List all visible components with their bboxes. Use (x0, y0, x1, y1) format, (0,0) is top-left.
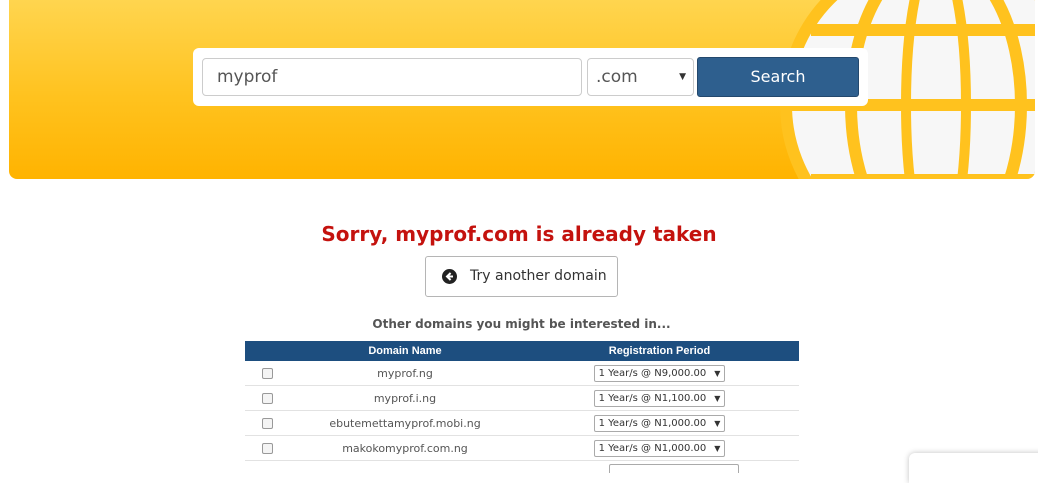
period-select[interactable]: 1 Year/s @ N9,000.00 ▼ (593, 364, 726, 382)
tld-select-value: .com (596, 67, 638, 87)
domain-taken-message: Sorry, myprof.com is already taken (321, 222, 717, 246)
domain-name: myprof.i.ng (290, 385, 520, 411)
table-row: ebutemettamyprof.mobi.ng 1 Year/s @ N1,0… (245, 410, 799, 436)
domain-name: myprof.ng (290, 361, 520, 386)
domain-checkbox[interactable] (262, 418, 273, 429)
table-row: myprof.i.ng 1 Year/s @ N1,100.00 ▼ (245, 385, 799, 411)
table-row-partial (245, 461, 799, 473)
domain-search-input[interactable]: myprof (202, 58, 582, 96)
domain-name: ebutemettamyprof.mobi.ng (290, 410, 520, 436)
domain-checkbox[interactable] (262, 443, 273, 454)
caret-down-icon: ▼ (714, 418, 721, 428)
tld-select[interactable]: .com ▼ (587, 58, 694, 96)
hero-banner: myprof .com ▼ Search (9, 0, 1035, 179)
header-domain-name: Domain Name (290, 341, 520, 361)
period-value: 1 Year/s @ N1,000.00 (598, 417, 707, 429)
caret-down-icon: ▼ (714, 368, 721, 378)
domain-checkbox[interactable] (262, 368, 273, 379)
table-header-row: Domain Name Registration Period (245, 341, 799, 361)
period-value: 1 Year/s @ N1,000.00 (598, 442, 707, 454)
domain-checkbox[interactable] (262, 393, 273, 404)
period-select[interactable]: 1 Year/s @ N1,000.00 ▼ (593, 414, 726, 432)
caret-down-icon: ▼ (714, 443, 721, 453)
period-value: 1 Year/s @ N1,100.00 (598, 392, 707, 404)
table-row: myprof.ng 1 Year/s @ N9,000.00 ▼ (245, 361, 799, 386)
period-value: 1 Year/s @ N9,000.00 (598, 367, 707, 379)
period-select[interactable]: 1 Year/s @ N1,000.00 ▼ (593, 439, 726, 457)
try-another-domain-label: Try another domain (470, 268, 607, 284)
caret-down-icon: ▼ (714, 393, 721, 403)
domain-search-form: myprof .com ▼ Search (193, 48, 868, 106)
try-another-domain-button[interactable]: Try another domain (425, 256, 618, 297)
period-select[interactable]: 1 Year/s @ N1,100.00 ▼ (593, 389, 726, 407)
search-button[interactable]: Search (697, 57, 859, 97)
header-registration-period: Registration Period (520, 341, 799, 361)
header-select (245, 341, 290, 361)
domain-name: makokomyprof.com.ng (290, 435, 520, 461)
suggested-domains-table: Domain Name Registration Period myprof.n… (245, 341, 799, 461)
period-select-partial[interactable] (609, 464, 739, 473)
chat-widget[interactable] (909, 453, 1038, 483)
table-row: makokomyprof.com.ng 1 Year/s @ N1,000.00… (245, 435, 799, 461)
circle-arrow-left-icon (442, 269, 457, 284)
caret-down-icon: ▼ (679, 72, 686, 82)
suggestions-heading: Other domains you might be interested in… (372, 317, 671, 331)
